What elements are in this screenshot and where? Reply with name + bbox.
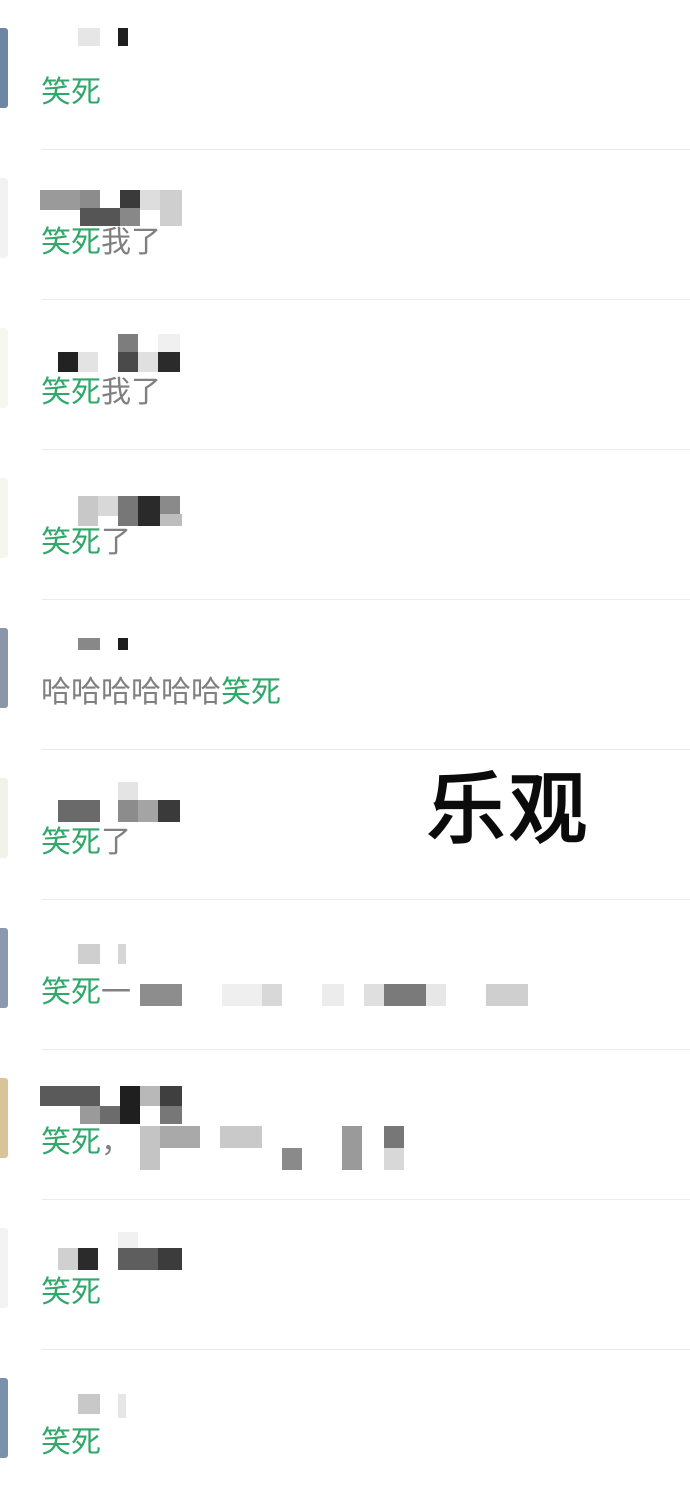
avatar[interactable] bbox=[0, 1228, 8, 1308]
highlighted-keyword: 笑死 bbox=[41, 1125, 101, 1160]
blurred-username[interactable] bbox=[40, 170, 190, 226]
blurred-username[interactable] bbox=[40, 1370, 190, 1418]
highlighted-keyword: 笑死 bbox=[221, 675, 281, 710]
comment-row[interactable]: 笑死， bbox=[0, 1050, 690, 1200]
blurred-username[interactable] bbox=[40, 620, 190, 660]
blurred-username[interactable] bbox=[40, 1070, 190, 1124]
comment-text: 笑死我了 bbox=[41, 373, 161, 413]
avatar[interactable] bbox=[0, 1378, 8, 1458]
blurred-username[interactable] bbox=[40, 320, 190, 372]
comment-row[interactable]: 笑死我了 bbox=[0, 300, 690, 450]
comment-text-segment: ， bbox=[101, 1125, 131, 1160]
avatar[interactable] bbox=[0, 28, 8, 108]
highlighted-keyword: 笑死 bbox=[41, 1425, 101, 1460]
comment-text-segment: 一 bbox=[101, 975, 131, 1010]
blurred-username[interactable] bbox=[40, 920, 190, 964]
comment-text-segment: 了 bbox=[101, 525, 131, 560]
avatar[interactable] bbox=[0, 928, 8, 1008]
highlighted-keyword: 笑死 bbox=[41, 375, 101, 410]
highlighted-keyword: 笑死 bbox=[41, 225, 101, 260]
avatar[interactable] bbox=[0, 328, 8, 408]
avatar[interactable] bbox=[0, 778, 8, 858]
comment-text: 笑死我了 bbox=[41, 223, 161, 263]
avatar[interactable] bbox=[0, 478, 8, 558]
comment-row[interactable]: 哈哈哈哈哈哈笑死 bbox=[0, 600, 690, 750]
comment-text-segment: 我了 bbox=[101, 375, 161, 410]
blurred-comment-content bbox=[140, 984, 530, 1008]
highlighted-keyword: 笑死 bbox=[41, 975, 101, 1010]
highlighted-keyword: 笑死 bbox=[41, 525, 101, 560]
highlighted-keyword: 笑死 bbox=[41, 1275, 101, 1310]
comment-text: 笑死 bbox=[41, 73, 101, 113]
blurred-username[interactable] bbox=[40, 20, 190, 60]
comment-text: 笑死了 bbox=[41, 523, 131, 563]
comment-text: 哈哈哈哈哈哈笑死 bbox=[41, 673, 281, 713]
comment-text-segment: 哈哈哈哈哈哈 bbox=[41, 675, 221, 710]
comment-row[interactable]: 笑死 bbox=[0, 1200, 690, 1350]
blurred-username[interactable] bbox=[40, 470, 190, 526]
comment-text: 笑死一 bbox=[41, 973, 131, 1013]
avatar[interactable] bbox=[0, 178, 8, 258]
highlighted-keyword: 笑死 bbox=[41, 75, 101, 110]
comment-text-segment: 我了 bbox=[101, 225, 161, 260]
overlay-caption: 乐观 bbox=[427, 765, 592, 855]
comment-list: 笑死 笑死我了 笑死我了 笑死了 哈哈哈哈哈哈笑死 笑死了 笑死一 笑死， 笑死… bbox=[0, 0, 690, 1463]
blurred-username[interactable] bbox=[40, 770, 190, 822]
avatar[interactable] bbox=[0, 628, 8, 708]
comment-text: 笑死了 bbox=[41, 823, 131, 863]
comment-text: 笑死 bbox=[41, 1423, 101, 1463]
comment-text-segment: 了 bbox=[101, 825, 131, 860]
comment-row[interactable]: 笑死了 bbox=[0, 450, 690, 600]
comment-row[interactable]: 笑死一 bbox=[0, 900, 690, 1050]
highlighted-keyword: 笑死 bbox=[41, 825, 101, 860]
comment-row[interactable]: 笑死 bbox=[0, 1350, 690, 1500]
blurred-comment-content bbox=[140, 1126, 410, 1170]
comment-text: 笑死， bbox=[41, 1123, 131, 1163]
comment-row[interactable]: 笑死我了 bbox=[0, 150, 690, 300]
blurred-username[interactable] bbox=[40, 1220, 190, 1270]
comment-row[interactable]: 笑死 bbox=[0, 0, 690, 150]
avatar[interactable] bbox=[0, 1078, 8, 1158]
comment-text: 笑死 bbox=[41, 1273, 101, 1313]
